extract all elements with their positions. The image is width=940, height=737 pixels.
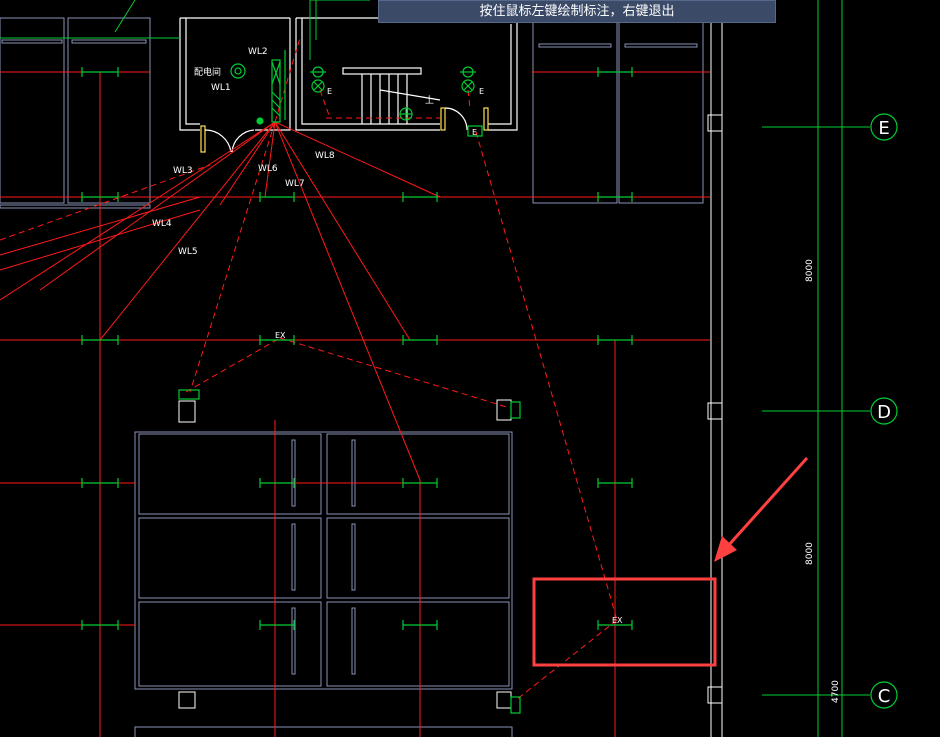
room-label-distribution: 配电间 [194, 66, 221, 78]
room-label-up: 上 [425, 95, 434, 106]
structure-layer [0, 17, 723, 737]
axis-bubble-c: C [870, 681, 898, 709]
circuit-label-wl8: WL8 [315, 151, 335, 161]
light-fixtures [81, 67, 633, 630]
circuit-label-wl1: WL1 [211, 83, 231, 93]
axis-label-d: D [877, 402, 891, 423]
device-label-e-2: E [479, 87, 484, 96]
annotation-arrow-shaft[interactable] [725, 456, 809, 549]
circuit-label-wl4: WL4 [152, 219, 172, 229]
axis-label-c: C [878, 686, 891, 707]
axis-bubble-d: D [870, 397, 898, 425]
drawing-labels: 配电间 上 WL1 WL2 WL3 WL4 WL5 WL6 WL7 WL8 EX… [152, 47, 623, 625]
device-label-ex-2: EX [612, 616, 623, 625]
axis-label-e: E [878, 118, 889, 139]
dimension-text-c: 4700 [831, 680, 841, 703]
emergency-devices [178, 66, 521, 714]
device-label-e-3: E [472, 128, 477, 137]
device-label-e-1: E [327, 87, 332, 96]
status-tip-text: 按住鼠标左键绘制标注，右键退出 [479, 4, 675, 19]
annotation-rectangle[interactable] [532, 577, 717, 667]
circuit-label-wl5: WL5 [178, 247, 198, 257]
dimension-text-d-c: 8000 [805, 542, 815, 565]
annotation-markup[interactable] [532, 456, 809, 667]
device-label-ex-1: EX [275, 331, 286, 340]
status-tip-bar: 按住鼠标左键绘制标注，右键退出 [378, 0, 776, 23]
dimension-labels: 8000 8000 4700 [805, 259, 841, 703]
distribution-panel [230, 50, 286, 125]
room-walls [179, 17, 518, 131]
circuit-label-wl2: WL2 [248, 47, 268, 57]
circuit-label-wl3: WL3 [173, 166, 193, 176]
axis-bubble-e: E [870, 113, 898, 141]
circuit-label-wl7: WL7 [285, 179, 305, 189]
dimension-text-e-d: 8000 [805, 259, 815, 282]
axis-lines [0, 0, 870, 737]
cad-drawing-canvas[interactable]: 配电间 上 WL1 WL2 WL3 WL4 WL5 WL6 WL7 WL8 EX… [0, 0, 940, 737]
circuit-label-wl6: WL6 [258, 164, 278, 174]
